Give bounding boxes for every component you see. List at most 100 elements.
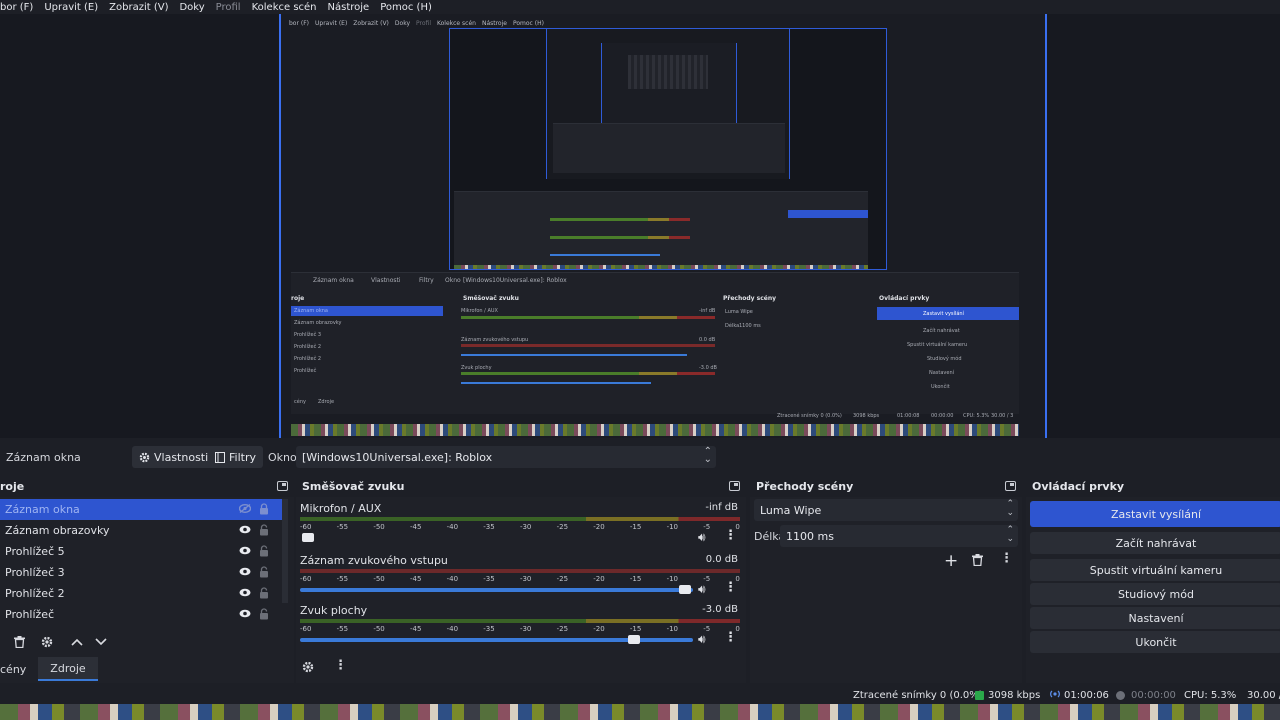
tab-sources[interactable]: Zdroje: [38, 657, 98, 681]
preview-source: Prohlížeč 2: [294, 344, 322, 350]
lock-icon[interactable]: [259, 503, 269, 515]
volume-slider-knob[interactable]: [679, 585, 692, 594]
nested-preview-level-3: [601, 43, 737, 123]
bitrate: 3098 kbps: [988, 690, 1041, 701]
exit-button[interactable]: Ukončit: [1030, 631, 1280, 653]
transitions-title: Přechody scény: [756, 479, 854, 493]
volume-slider-knob[interactable]: [628, 635, 641, 644]
lock-icon[interactable]: [259, 566, 269, 578]
more-icon[interactable]: ⋮: [1000, 551, 1013, 566]
menu-help[interactable]: Pomoc (H): [380, 2, 432, 13]
volume-meter: [300, 517, 740, 521]
eye-icon[interactable]: [239, 525, 251, 534]
speaker-icon[interactable]: 🔊︎: [698, 530, 706, 545]
more-icon[interactable]: ⋮: [724, 630, 737, 645]
nested-slider: [550, 254, 660, 256]
menu-edit[interactable]: Upravit (E): [44, 2, 98, 13]
preview-sources-header: roje: [291, 295, 305, 302]
stop-stream-button[interactable]: Zastavit vysílání: [1030, 501, 1280, 527]
program-preview[interactable]: bor (F) Upravit (E) Zobrazit (V) Doky Pr…: [279, 14, 1047, 438]
source-item[interactable]: Záznam obrazovky: [0, 520, 282, 541]
lock-icon[interactable]: [259, 545, 269, 557]
meter-scale: -60 -55 -50 -45 -40 -35 -30 -25 -20 -15 -10 -5 0: [300, 523, 740, 531]
volume-slider[interactable]: [300, 635, 693, 644]
advanced-audio-button[interactable]: [302, 661, 314, 676]
sources-scrollbar[interactable]: [282, 499, 288, 603]
menu-file[interactable]: bor (F): [0, 2, 33, 13]
scale-tick: -45: [409, 575, 422, 583]
scale-tick: -55: [336, 575, 349, 583]
source-item[interactable]: Prohlížeč: [0, 604, 282, 625]
source-item[interactable]: Prohlížeč 3: [0, 562, 282, 583]
preview-status: 00:00:00: [931, 413, 954, 419]
source-item[interactable]: Prohlížeč 5: [0, 541, 282, 562]
mixer-title: Směšovač zvuku: [302, 479, 405, 493]
scale-tick: -35: [483, 523, 495, 531]
add-transition-button[interactable]: +: [944, 553, 958, 570]
dock-icon[interactable]: [277, 481, 288, 491]
eye-icon[interactable]: [239, 567, 251, 576]
scale-tick: -35: [483, 575, 495, 583]
window-select-value: [Windows10Universal.exe]: Roblox: [302, 451, 493, 464]
start-recording-button[interactable]: Začít nahrávat: [1030, 532, 1280, 554]
scale-tick: -30: [519, 523, 532, 531]
dock-icon[interactable]: [1005, 481, 1016, 491]
lock-icon[interactable]: [259, 524, 269, 536]
eye-icon[interactable]: [239, 588, 251, 597]
studio-mode-button[interactable]: Studiový mód: [1030, 583, 1280, 605]
transition-value: Luma Wipe: [760, 504, 822, 517]
eye-off-icon[interactable]: [239, 504, 251, 513]
source-label: Záznam okna: [5, 503, 80, 516]
lock-icon[interactable]: [259, 608, 269, 620]
remove-source-button[interactable]: [7, 631, 31, 653]
preview-tab: cény: [294, 399, 306, 405]
sources-dock-header: roje: [0, 475, 294, 497]
menu-profile[interactable]: Profil: [216, 2, 241, 13]
remove-transition-button[interactable]: [972, 554, 983, 569]
menu-view[interactable]: Zobrazit (V): [109, 2, 168, 13]
preview-mixer-meter: [461, 316, 715, 319]
source-item[interactable]: Záznam okna: [0, 499, 282, 520]
menu-tools[interactable]: Nástroje: [328, 2, 370, 13]
move-source-up-button[interactable]: [65, 631, 89, 653]
preview-control: Ukončit: [931, 384, 950, 390]
window-select[interactable]: [Windows10Universal.exe]: Roblox ⌃ ⌄: [296, 446, 716, 468]
preview-status: 01:00:08: [897, 413, 920, 419]
more-icon[interactable]: ⋮: [724, 528, 737, 543]
move-source-down-button[interactable]: [89, 631, 113, 653]
preview-mixer-db: -3.0 dB: [699, 365, 717, 371]
scale-tick: -25: [556, 523, 569, 531]
filters-button[interactable]: Filtry: [208, 446, 263, 468]
preview-menu-item: Zobrazit (V): [353, 20, 389, 27]
tab-scenes[interactable]: cény: [0, 657, 38, 681]
menu-scene-collection[interactable]: Kolekce scén: [252, 2, 317, 13]
menu-docks[interactable]: Doky: [179, 2, 204, 13]
scale-tick: -40: [446, 625, 459, 633]
source-properties-button[interactable]: [35, 631, 59, 653]
volume-slider[interactable]: [300, 533, 693, 542]
more-icon[interactable]: ⋮: [334, 658, 347, 673]
more-icon[interactable]: ⋮: [724, 580, 737, 595]
settings-button[interactable]: Nastavení: [1030, 607, 1280, 629]
start-virtual-camera-button[interactable]: Spustit virtuální kameru: [1030, 559, 1280, 581]
volume-slider-knob[interactable]: [301, 533, 314, 542]
speaker-icon[interactable]: 🔊︎: [698, 632, 706, 647]
volume-slider[interactable]: [300, 585, 693, 594]
dock-icon[interactable]: [729, 481, 740, 491]
spin-arrows-icon[interactable]: ⌃ ⌄: [1006, 526, 1014, 544]
source-label: Prohlížeč 5: [5, 545, 65, 558]
nested-preview-level-4: [628, 55, 708, 89]
eye-icon[interactable]: [239, 546, 251, 555]
scale-tick: -50: [373, 575, 385, 583]
source-label: Prohlížeč 3: [5, 566, 65, 579]
channel-name: Zvuk plochy: [300, 604, 368, 617]
speaker-icon[interactable]: 🔊︎: [698, 582, 706, 597]
preview-properties-label: Vlastnosti: [371, 277, 401, 284]
eye-icon[interactable]: [239, 609, 251, 618]
filter-icon: [215, 451, 225, 463]
transition-select[interactable]: Luma Wipe ⌃ ⌄: [754, 499, 1018, 521]
lock-icon[interactable]: [259, 587, 269, 599]
duration-spinbox[interactable]: 1100 ms ⌃ ⌄: [780, 525, 1018, 547]
source-item[interactable]: Prohlížeč 2: [0, 583, 282, 604]
properties-button[interactable]: Vlastnosti: [132, 446, 216, 468]
